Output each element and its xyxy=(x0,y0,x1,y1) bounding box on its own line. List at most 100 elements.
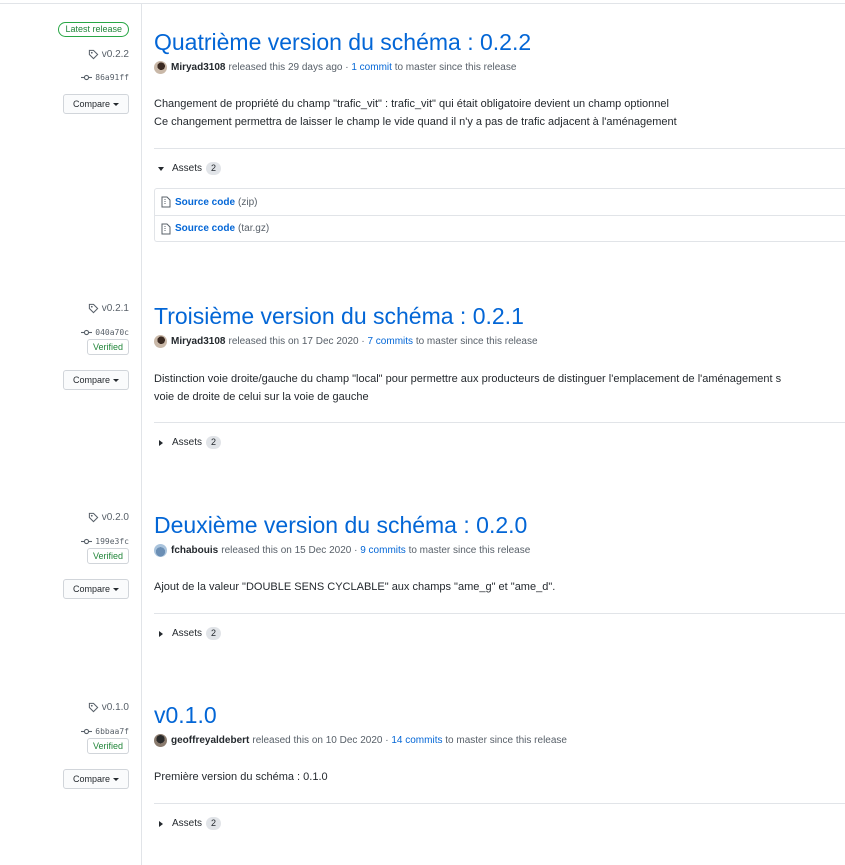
release-tag[interactable]: v0.2.2 xyxy=(88,49,129,60)
release-description: Première version du schéma : 0.1.0 xyxy=(154,768,328,786)
compare-label: Compare xyxy=(72,774,110,784)
avatar[interactable] xyxy=(154,335,167,348)
compare-button[interactable]: Compare xyxy=(63,579,129,599)
since-text: to master since this release xyxy=(445,735,567,746)
avatar[interactable] xyxy=(154,544,167,557)
commits-link[interactable]: 1 commit xyxy=(351,62,392,73)
asset-name: Source code xyxy=(175,223,236,234)
tag-name: v0.2.0 xyxy=(101,512,129,523)
commits-link[interactable]: 14 commits xyxy=(391,735,442,746)
caret-down-icon xyxy=(113,588,119,591)
commit-sha: 040a70c xyxy=(95,327,129,337)
assets-label: Assets xyxy=(172,437,203,448)
top-divider xyxy=(0,3,845,4)
commits-link[interactable]: 9 commits xyxy=(360,545,406,556)
description-line: Distinction voie droite/gauche du champ … xyxy=(154,373,782,385)
tag-icon xyxy=(88,512,99,523)
asset-source-zip[interactable]: Source code (zip) xyxy=(155,189,845,215)
commit-sha: 199e3fc xyxy=(95,536,129,546)
author-link[interactable]: fchabouis xyxy=(171,545,218,556)
release-meta: Miryad3108 released this on 17 Dec 2020 … xyxy=(154,335,538,348)
asset-name: Source code xyxy=(175,196,236,208)
release-tag[interactable]: v0.1.0 xyxy=(88,702,129,713)
since-text: to master since this release xyxy=(394,62,517,73)
description-line: Ajout de la valeur "DOUBLE SENS CYCLABLE… xyxy=(154,581,556,593)
commits-link[interactable]: 7 commits xyxy=(367,336,413,347)
asset-source-targz[interactable]: Source code (tar.gz) xyxy=(155,215,845,241)
release-description: Distinction voie droite/gauche du champ … xyxy=(154,370,781,406)
compare-button[interactable]: Compare xyxy=(63,94,129,114)
tag-name: v0.2.2 xyxy=(101,49,129,60)
file-zip-icon xyxy=(161,223,171,234)
asset-ext: (tar.gz) xyxy=(238,223,270,234)
assets-count: 2 xyxy=(206,162,222,175)
timeline-line xyxy=(141,4,142,865)
release-title[interactable]: v0.1.0 xyxy=(154,701,217,729)
release-meta: Miryad3108 released this 29 days ago · 1… xyxy=(154,61,516,74)
triangle-right-icon xyxy=(159,439,163,446)
latest-release-badge: Latest release xyxy=(58,22,129,37)
since-text: to master since this release xyxy=(408,545,531,556)
compare-label: Compare xyxy=(72,584,110,594)
caret-down-icon xyxy=(113,778,119,781)
assets-label: Assets xyxy=(172,163,203,174)
assets-toggle[interactable]: Assets 2 xyxy=(154,162,222,175)
assets-toggle[interactable]: Assets 2 xyxy=(154,436,222,449)
assets-toggle[interactable]: Assets 2 xyxy=(154,627,222,640)
avatar[interactable] xyxy=(154,734,167,747)
release-meta: fchabouis released this on 15 Dec 2020 ·… xyxy=(154,544,530,557)
author-link[interactable]: Miryad3108 xyxy=(171,336,225,347)
caret-down-icon xyxy=(113,103,119,106)
divider xyxy=(154,613,845,614)
release-tag[interactable]: v0.2.1 xyxy=(88,303,129,314)
verified-badge[interactable]: Verified xyxy=(86,738,129,754)
release-description: Changement de propriété du champ "trafic… xyxy=(154,95,677,131)
released-text: released this on 17 Dec 2020 · xyxy=(228,336,365,347)
since-text: to master since this release xyxy=(415,336,538,347)
compare-label: Compare xyxy=(72,375,110,385)
divider xyxy=(154,422,845,423)
description-line: voie de droite de celui sur la voie de g… xyxy=(154,391,369,403)
release-commit[interactable]: 86a91ff xyxy=(81,68,129,86)
description-line: Ce changement permettra de laisser le ch… xyxy=(154,116,677,128)
released-text: released this on 15 Dec 2020 · xyxy=(221,545,358,556)
divider xyxy=(154,803,845,804)
assets-count: 2 xyxy=(206,627,222,640)
verified-badge[interactable]: Verified xyxy=(86,548,129,564)
release-title[interactable]: Deuxième version du schéma : 0.2.0 xyxy=(154,511,527,539)
tag-icon xyxy=(88,49,99,60)
assets-label: Assets xyxy=(172,628,203,639)
release-tag[interactable]: v0.2.0 xyxy=(88,512,129,523)
tag-icon xyxy=(88,702,99,713)
caret-down-icon xyxy=(113,379,119,382)
divider xyxy=(154,148,845,149)
avatar[interactable] xyxy=(154,61,167,74)
assets-label: Assets xyxy=(172,818,203,829)
file-zip-icon xyxy=(161,196,171,208)
assets-toggle[interactable]: Assets 2 xyxy=(154,817,222,830)
asset-ext: (zip) xyxy=(238,196,258,208)
triangle-down-icon xyxy=(158,166,164,171)
triangle-right-icon xyxy=(159,630,163,637)
release-title[interactable]: Troisième version du schéma : 0.2.1 xyxy=(154,302,524,330)
tag-name: v0.2.1 xyxy=(101,303,129,314)
triangle-right-icon xyxy=(159,820,163,827)
release-description: Ajout de la valeur "DOUBLE SENS CYCLABLE… xyxy=(154,578,555,596)
assets-count: 2 xyxy=(206,436,222,449)
compare-button[interactable]: Compare xyxy=(63,370,129,390)
description-line: Première version du schéma : 0.1.0 xyxy=(154,771,328,783)
assets-list: Source code (zip) Source code (tar.gz) xyxy=(154,188,845,242)
released-text: released this 29 days ago · xyxy=(228,62,349,73)
compare-button[interactable]: Compare xyxy=(63,769,129,789)
tag-name: v0.1.0 xyxy=(101,702,129,713)
verified-badge[interactable]: Verified xyxy=(86,339,129,355)
released-text: released this on 10 Dec 2020 · xyxy=(252,735,389,746)
tag-icon xyxy=(88,303,99,314)
release-title[interactable]: Quatrième version du schéma : 0.2.2 xyxy=(154,28,531,56)
commit-icon xyxy=(81,68,93,86)
commit-sha: 6bbaa7f xyxy=(95,726,129,736)
author-link[interactable]: geoffreyaldebert xyxy=(171,735,249,746)
author-link[interactable]: Miryad3108 xyxy=(171,62,225,73)
description-line: Changement de propriété du champ "trafic… xyxy=(154,98,669,110)
assets-count: 2 xyxy=(206,817,222,830)
